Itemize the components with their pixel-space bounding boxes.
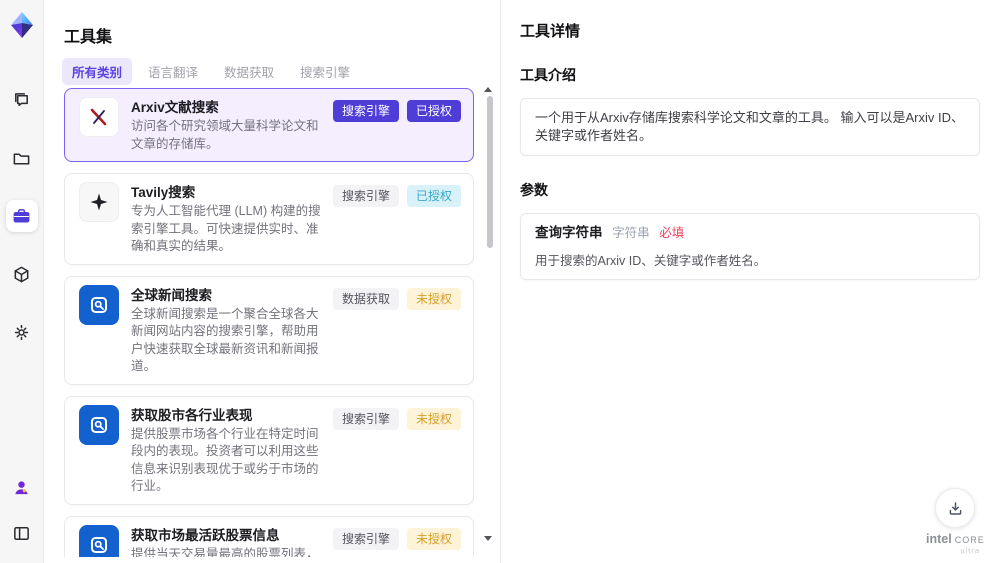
category-badge: 搜索引擎: [332, 185, 399, 207]
gear-icon: [14, 324, 29, 340]
sidebar-item-packages[interactable]: [6, 258, 38, 290]
download-icon: [949, 501, 961, 515]
intro-heading: 工具介绍: [520, 67, 576, 83]
status-badge: 未授权: [406, 407, 461, 430]
intro-box: 一个用于从Arxiv存储库搜索科学论文和文章的工具。 输入可以是Arxiv ID…: [520, 98, 980, 156]
tool-card-arxiv[interactable]: Arxiv文献搜索 访问各个研究领域大量科学论文和文章的存储库。 搜索引擎 已授…: [64, 88, 474, 162]
param-name: 查询字符串: [535, 225, 603, 240]
sidebar-item-chat[interactable]: [6, 84, 38, 116]
params-heading: 参数: [520, 182, 548, 198]
detail-title: 工具详情: [520, 23, 581, 40]
app-window: 工具集 所有类别 语言翻译 数据获取 搜索引擎 Arxiv文献搜索 访问各个研究…: [0, 0, 1000, 563]
brand-core: core: [954, 532, 985, 546]
sidebar-item-files[interactable]: [6, 142, 38, 174]
sidebar-bottom: [6, 471, 38, 549]
tool-name: Tavily搜索: [131, 185, 196, 200]
scrollbar-thumb[interactable]: [487, 96, 493, 248]
brand-sub-label: ultra: [960, 546, 980, 555]
tool-card-sector-performance[interactable]: 获取股市各行业表现 提供股票市场各个行业在特定时间段内的表现。投资者可以利用这些…: [64, 395, 474, 505]
status-badge: 未授权: [406, 287, 461, 310]
tool-description: 专为人工智能代理 (LLM) 构建的搜索引擎工具。可快速提供实时、准确和真实的结…: [131, 204, 321, 253]
param-box: 查询字符串 字符串 必填 用于搜索的Arxiv ID、关键字或作者姓名。: [520, 213, 980, 280]
left-sidebar: [0, 0, 44, 563]
toolset-title: 工具集: [64, 29, 113, 46]
bottom-right-area: intel core ultra: [926, 488, 984, 555]
tool-name: 获取市场最活跃股票信息: [131, 527, 280, 543]
tool-card-tavily[interactable]: Tavily搜索 专为人工智能代理 (LLM) 构建的搜索引擎工具。可快速提供实…: [64, 173, 474, 265]
category-tabs: 所有类别 语言翻译 数据获取 搜索引擎: [62, 58, 360, 85]
tool-description: 全球新闻搜索是一个聚合全球各大新闻网站内容的搜索引擎，帮助用户快速获取全球最新资…: [131, 306, 319, 374]
tool-description: 提供当天交易量最高的股票列表，投资者可以利用这些信息来识别流动性强的股票和潜在的…: [131, 546, 319, 558]
chat-icon: [15, 92, 28, 106]
tool-name: 全球新闻搜索: [131, 287, 212, 303]
sidebar-item-settings[interactable]: [6, 316, 38, 348]
news-search-icon: [79, 404, 119, 445]
param-description: 用于搜索的Arxiv ID、关键字或作者姓名。: [535, 254, 767, 268]
tool-card-most-active-stocks[interactable]: 获取市场最活跃股票信息 提供当天交易量最高的股票列表，投资者可以利用这些信息来识…: [64, 515, 474, 558]
cube-icon: [14, 266, 29, 282]
scroll-up-arrow[interactable]: [484, 87, 492, 92]
category-badge: 搜索引擎: [332, 407, 399, 430]
news-search-icon: [79, 284, 119, 325]
toolset-panel: 工具集 所有类别 语言翻译 数据获取 搜索引擎 Arxiv文献搜索 访问各个研究…: [44, 0, 501, 563]
user-avatar-icon: [15, 480, 28, 494]
download-button[interactable]: [935, 488, 975, 528]
sidebar-item-account[interactable]: [6, 471, 38, 503]
arxiv-icon: [79, 97, 119, 137]
app-logo-gem-icon[interactable]: [7, 10, 37, 40]
status-badge: 已授权: [406, 185, 461, 207]
news-search-icon: [79, 524, 119, 557]
status-badge: 未授权: [406, 527, 461, 550]
brand-intel: intel: [926, 532, 952, 546]
intel-core-logo: intel core: [926, 533, 984, 546]
category-badge: 数据获取: [332, 287, 399, 310]
param-type: 字符串: [612, 226, 650, 240]
tab-all-categories[interactable]: 所有类别: [62, 58, 133, 85]
category-badge: 搜索引擎: [332, 527, 399, 550]
tool-list: Arxiv文献搜索 访问各个研究领域大量科学论文和文章的存储库。 搜索引擎 已授…: [64, 88, 474, 557]
folder-icon: [13, 152, 30, 164]
tool-detail-panel: 工具详情 工具介绍 一个用于从Arxiv存储库搜索科学论文和文章的工具。 输入可…: [502, 0, 1000, 563]
tool-name: Arxiv文献搜索: [131, 100, 219, 115]
tab-search-engine[interactable]: 搜索引擎: [290, 58, 360, 85]
tab-data-fetch[interactable]: 数据获取: [214, 58, 284, 85]
tool-card-global-news[interactable]: 全球新闻搜索 全球新闻搜索是一个聚合全球各大新闻网站内容的搜索引擎，帮助用户快速…: [64, 275, 474, 385]
layout-panel-icon: [14, 526, 29, 540]
sidebar-item-collapse[interactable]: [6, 517, 38, 549]
scroll-down-arrow[interactable]: [484, 536, 492, 541]
tool-name: 获取股市各行业表现: [131, 407, 253, 423]
param-required-badge: 必填: [659, 226, 685, 240]
tool-description: 提供股票市场各个行业在特定时间段内的表现。投资者可以利用这些信息来识别表现优于或…: [131, 426, 319, 494]
status-badge: 已授权: [406, 100, 461, 122]
tavily-star-icon: [79, 182, 119, 222]
intro-text: 一个用于从Arxiv存储库搜索科学论文和文章的工具。 输入可以是Arxiv ID…: [535, 110, 965, 143]
tool-description: 访问各个研究领域大量科学论文和文章的存储库。: [131, 119, 319, 151]
sidebar-item-tools[interactable]: [5, 200, 38, 232]
category-badge: 搜索引擎: [332, 100, 399, 122]
tab-translation[interactable]: 语言翻译: [138, 58, 208, 85]
briefcase-icon: [13, 208, 30, 222]
